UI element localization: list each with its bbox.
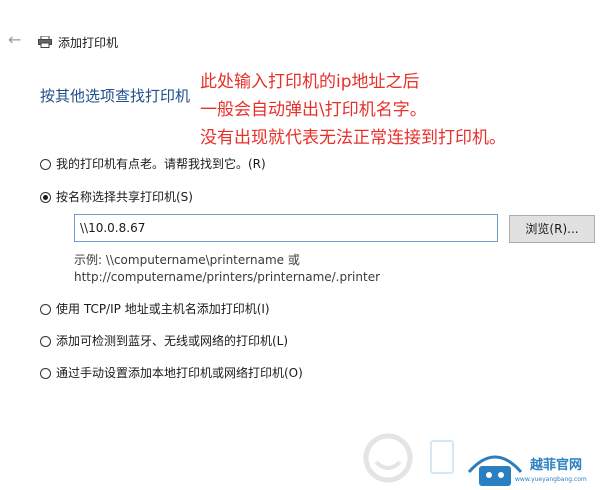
section-heading: 按其他选项查找打印机 [40, 87, 191, 105]
option-tcpip[interactable]: 使用 TCP/IP 地址或主机名添加打印机(I) [40, 300, 270, 318]
option-shared-printer[interactable]: 按名称选择共享打印机(S) [40, 188, 193, 206]
window-title: 添加打印机 [58, 36, 119, 50]
example-text: 示例: \\computername\printername 或 http://… [74, 252, 380, 286]
annotation-line: 一般会自动弹出\打印机名字。 [200, 100, 427, 120]
back-arrow-icon[interactable]: ← [8, 32, 24, 48]
example-line: 示例: \\computername\printername 或 [74, 253, 300, 267]
option-bluetooth-wireless[interactable]: 添加可检测到蓝牙、无线或网络的打印机(L) [40, 332, 288, 350]
browse-button[interactable]: 浏览(R)... [509, 215, 595, 243]
radio-button[interactable] [40, 158, 51, 170]
printer-icon [38, 36, 52, 48]
watermark-logo-frame [430, 440, 454, 474]
smile-logo-icon [363, 433, 413, 483]
option-label: 使用 TCP/IP 地址或主机名添加打印机(I) [56, 302, 270, 316]
radio-button[interactable] [40, 303, 51, 315]
radio-button[interactable] [40, 335, 51, 347]
annotation-text: 此处输入打印机的ip地址之后 一般会自动弹出\打印机名字。 没有出现就代表无法正… [200, 68, 506, 152]
radio-button-selected[interactable] [40, 191, 51, 203]
option-label: 我的打印机有点老。请帮我找到它。(R) [56, 157, 266, 171]
example-line: http://computername/printers/printername… [74, 270, 381, 284]
radio-button[interactable] [40, 367, 51, 379]
annotation-line: 此处输入打印机的ip地址之后 [200, 72, 420, 92]
printer-path-input[interactable]: \\10.0.8.67 [74, 214, 498, 242]
option-label: 按名称选择共享打印机(S) [56, 190, 193, 204]
annotation-line: 没有出现就代表无法正常连接到打印机。 [200, 128, 506, 148]
option-label: 添加可检测到蓝牙、无线或网络的打印机(L) [56, 334, 289, 348]
option-manual-local[interactable]: 通过手动设置添加本地打印机或网络打印机(O) [40, 364, 303, 382]
option-old-printer[interactable]: 我的打印机有点老。请帮我找到它。(R) [40, 155, 266, 173]
watermark-url: www.yueyangbang.com [515, 476, 587, 483]
watermark-brand: 越菲官网 [530, 458, 583, 473]
option-label: 通过手动设置添加本地打印机或网络打印机(O) [56, 366, 303, 380]
